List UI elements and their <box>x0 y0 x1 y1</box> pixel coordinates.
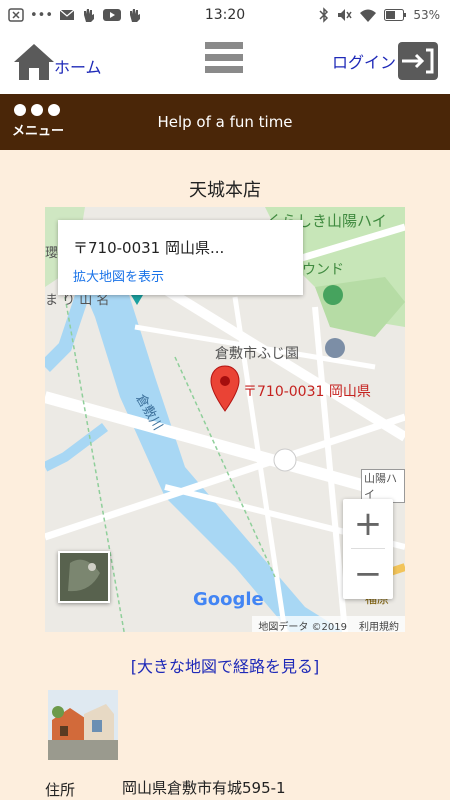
big-map-route-link[interactable]: [大きな地図で経路を見る] <box>0 653 450 677</box>
map-label-left-1: 瓔 <box>45 246 59 261</box>
login-arrow-icon <box>398 42 438 80</box>
google-map[interactable]: くらしき山陽ハイ ウンド 倉敷市ふじ園 倉敷川 山陽ハイ 福原 瓔 ま り 山 … <box>45 207 405 632</box>
zoom-control: + − <box>343 499 393 599</box>
bluetooth-icon <box>319 7 329 23</box>
address-value: 岡山県倉敷市有城595-1 <box>122 779 286 797</box>
nav-bar: メニュー Help of a fun time <box>0 94 450 150</box>
store-title: 天城本店 <box>189 180 261 201</box>
google-logo-text: Google <box>193 589 264 610</box>
info-address: 〒710-0031 岡山県... <box>73 239 225 257</box>
zoom-in-button[interactable]: + <box>343 499 393 549</box>
wifi-icon <box>360 9 377 22</box>
status-bar: ••• 13:20 53% <box>0 0 450 32</box>
login-button[interactable]: ログイン <box>332 42 438 80</box>
map-label-park: 倉敷市ふじ園 <box>215 346 299 362</box>
satellite-toggle[interactable] <box>58 551 110 603</box>
location-marker-icon[interactable] <box>210 365 240 413</box>
zoom-out-button[interactable]: − <box>343 549 393 599</box>
map-data-credit: 地図データ ©2019 <box>258 622 347 632</box>
home-button[interactable]: ホーム <box>12 42 102 82</box>
map-info-window: 〒710-0031 岡山県... 拡大地図を表示 <box>58 220 303 295</box>
home-label: ホーム <box>54 58 102 77</box>
top-bar: ホーム ログイン <box>0 32 450 94</box>
store-photo <box>48 690 118 760</box>
view-larger-map-link[interactable]: 拡大地図を表示 <box>73 266 164 285</box>
battery-icon <box>384 9 407 21</box>
map-label-sound: ウンド <box>302 262 344 278</box>
status-system: 53% <box>319 7 440 23</box>
login-label: ログイン <box>331 53 396 72</box>
site-tagline: Help of a fun time <box>157 113 293 131</box>
mute-icon <box>338 9 352 21</box>
marker-label: 〒710-0031 岡山県 <box>243 384 371 400</box>
home-icon <box>14 44 54 80</box>
terms-link[interactable]: 利用規約 <box>359 618 399 632</box>
map-attribution: 地図データ ©2019 利用規約 <box>252 616 405 632</box>
battery-percent: 53% <box>413 8 440 22</box>
google-logo: Google <box>193 589 264 610</box>
hamburger-menu-icon[interactable] <box>205 42 245 82</box>
map-label-road: 山陽ハイ <box>361 469 405 503</box>
address-label: 住所 <box>45 781 76 799</box>
